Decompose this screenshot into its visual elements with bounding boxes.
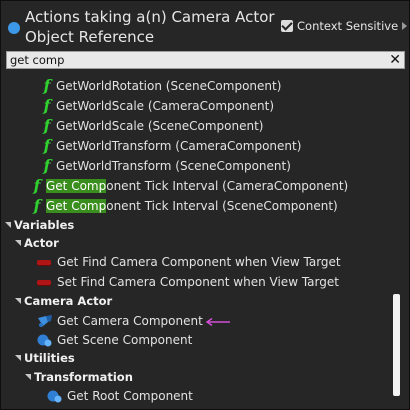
list-item-label: GetWorldScale (SceneComponent) — [56, 119, 264, 133]
checkbox-checked-icon[interactable] — [281, 20, 293, 32]
category-label: Utilities — [24, 351, 75, 365]
search-match-highlight: Get Comp — [46, 179, 107, 193]
scene-component-icon — [37, 334, 52, 347]
category-utilities[interactable]: Utilities — [15, 348, 75, 368]
list-item[interactable]: f GetWorldScale (CameraComponent) — [40, 96, 274, 116]
search-box[interactable]: ✕ — [6, 51, 405, 69]
list-item-label: Get Root Component — [67, 389, 193, 403]
list-item-label: GetWorldScale (CameraComponent) — [56, 99, 274, 113]
panel-title: Actions taking a(n) Camera Actor Object … — [25, 8, 275, 46]
expanded-arrow-icon[interactable] — [15, 298, 21, 304]
context-sensitive-label: Context Sensitive — [297, 19, 399, 33]
list-item[interactable]: Get Scene Component — [37, 330, 192, 350]
expanded-arrow-icon[interactable] — [5, 222, 11, 228]
function-icon: f — [43, 116, 51, 135]
list-item[interactable]: f GetWorldTransform (CameraComponent) — [40, 136, 302, 156]
scrollbar-thumb[interactable] — [393, 294, 400, 396]
search-match-highlight: Get Comp — [46, 199, 107, 213]
function-icon: f — [33, 176, 41, 195]
list-item[interactable]: Get Camera Component — [37, 311, 203, 331]
scene-component-icon — [47, 390, 62, 403]
list-item-label: Get Find Camera Component when View Targ… — [57, 255, 341, 269]
function-icon: f — [43, 96, 51, 115]
expanded-arrow-icon[interactable] — [15, 355, 21, 361]
category-variables[interactable]: Variables — [5, 215, 74, 235]
category-label: Actor — [24, 236, 59, 250]
function-icon: f — [43, 156, 51, 175]
list-item-label: Get Scene Component — [57, 333, 193, 347]
list-item-label: onent Tick Interval (CameraComponent) — [106, 179, 349, 193]
chevron-right-icon[interactable] — [402, 22, 408, 30]
category-transformation[interactable]: Transformation — [25, 367, 133, 387]
list-item-label: Get Camera Component — [57, 314, 203, 328]
list-item-label: onent Tick Interval (SceneComponent) — [106, 199, 338, 213]
list-item-label: Set Find Camera Component when View Targ… — [57, 275, 339, 289]
category-camera-actor[interactable]: Camera Actor — [15, 291, 112, 311]
camera-component-icon — [38, 315, 52, 327]
clear-search-icon[interactable]: ✕ — [389, 52, 401, 68]
list-item[interactable]: f Get Comp onent Tick Interval (CameraCom… — [30, 176, 349, 196]
list-item-label: GetWorldTransform (SceneComponent) — [56, 159, 291, 173]
list-item-label: GetWorldTransform (CameraComponent) — [56, 139, 302, 153]
list-item[interactable]: Get Root Component — [47, 386, 193, 406]
category-label: Transformation — [34, 370, 133, 384]
list-item[interactable]: f GetWorldScale (SceneComponent) — [40, 116, 264, 136]
category-label: Variables — [14, 218, 75, 232]
function-icon: f — [43, 136, 51, 155]
list-item-label: GetWorldRotation (SceneComponent) — [56, 79, 282, 93]
boolean-variable-icon — [37, 259, 51, 265]
list-item[interactable]: f GetWorldTransform (SceneComponent) — [40, 156, 291, 176]
search-input[interactable] — [10, 52, 380, 68]
list-item[interactable]: Get Find Camera Component when View Targ… — [37, 252, 341, 272]
category-actor[interactable]: Actor — [15, 233, 59, 253]
context-sensitive-toggle[interactable]: Context Sensitive — [281, 17, 408, 35]
expanded-arrow-icon[interactable] — [15, 240, 21, 246]
header-dot-icon — [8, 22, 20, 34]
list-item[interactable]: f GetWorldRotation (SceneComponent) — [40, 76, 282, 96]
pointer-arrow-icon — [205, 318, 230, 326]
action-menu-panel: Actions taking a(n) Camera Actor Object … — [0, 0, 410, 410]
expanded-arrow-icon[interactable] — [25, 374, 31, 380]
boolean-variable-icon — [37, 279, 51, 285]
list-item[interactable]: f Get Comp onent Tick Interval (SceneComp… — [30, 196, 338, 216]
function-icon: f — [43, 76, 51, 95]
function-icon: f — [33, 196, 41, 215]
list-item[interactable]: Set Find Camera Component when View Targ… — [37, 272, 339, 292]
category-label: Camera Actor — [24, 294, 113, 308]
